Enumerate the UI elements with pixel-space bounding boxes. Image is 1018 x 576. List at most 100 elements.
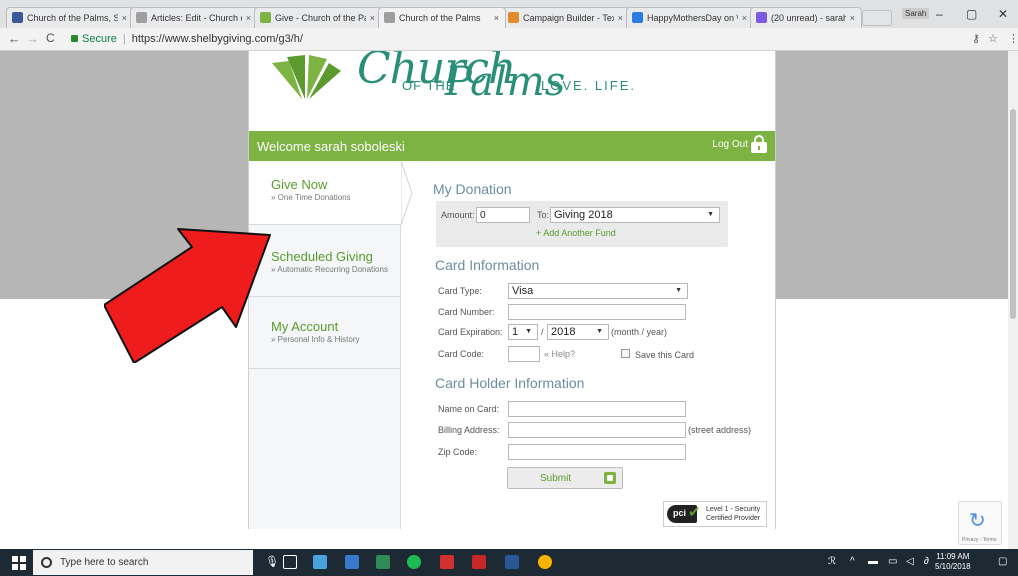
bookmark-star-icon[interactable]: ☆ bbox=[988, 32, 998, 45]
save-card-label: Save this Card bbox=[635, 350, 695, 360]
browser-tab-7[interactable]: (20 unread) - sarahsob × bbox=[750, 7, 862, 28]
recaptcha-footer[interactable]: Privacy - Terms bbox=[962, 537, 996, 543]
close-tab-icon[interactable]: × bbox=[850, 13, 855, 23]
back-arrow-icon[interactable]: ← bbox=[8, 31, 21, 46]
minimize-icon[interactable]: – bbox=[936, 7, 943, 21]
exp-slash: / bbox=[541, 327, 544, 337]
card-expiration-label: Card Expiration: bbox=[438, 327, 503, 337]
page-scrollbar[interactable] bbox=[1008, 51, 1018, 549]
log-out-label: Log Out bbox=[712, 138, 748, 150]
palm-leaf-logo-icon bbox=[272, 55, 341, 99]
card-code-help-link[interactable]: « Help? bbox=[544, 349, 575, 359]
fund-select[interactable]: Giving 2018 ▼ bbox=[550, 207, 720, 223]
browser-tab-1[interactable]: Church of the Palms, Sa × bbox=[6, 7, 134, 28]
card-number-label: Card Number: bbox=[438, 307, 495, 317]
file-explorer-icon[interactable] bbox=[313, 555, 327, 569]
submit-label: Submit bbox=[540, 473, 572, 484]
key-icon[interactable]: ⚷ bbox=[972, 32, 980, 45]
card-number-input[interactable] bbox=[508, 304, 686, 320]
go-arrow-icon bbox=[604, 472, 616, 484]
battery-icon[interactable]: ▬ bbox=[868, 556, 878, 567]
exp-hint: (month / year) bbox=[611, 327, 668, 337]
card-type-select[interactable]: Visa ▼ bbox=[508, 283, 688, 299]
windows-taskbar: Type here to search 🎙 ℛ ^ ▬ ▭ ◁ ∂ 11:09 … bbox=[0, 549, 1018, 576]
secure-lock-icon bbox=[71, 34, 78, 42]
close-tab-icon[interactable]: × bbox=[742, 13, 747, 23]
word-icon[interactable] bbox=[505, 555, 519, 569]
exp-year-select[interactable]: 2018 ▼ bbox=[547, 324, 609, 340]
forward-arrow-icon[interactable]: → bbox=[26, 31, 39, 46]
browser-tab-3[interactable]: Give - Church of the Pa × bbox=[254, 7, 382, 28]
pci-badge: pci ✔ Level 1 - Security Certified Provi… bbox=[663, 501, 767, 527]
save-card-checkbox[interactable] bbox=[621, 349, 630, 358]
chevron-down-icon: ▼ bbox=[707, 211, 714, 218]
new-tab-button[interactable] bbox=[862, 10, 892, 26]
zip-code-input[interactable] bbox=[508, 444, 686, 460]
volume-icon[interactable]: ◁ bbox=[906, 556, 914, 567]
clock-time: 11:09 AM bbox=[936, 552, 970, 561]
outlook-icon[interactable] bbox=[345, 555, 359, 569]
leaf-favicon-icon bbox=[260, 12, 271, 23]
name-on-card-label: Name on Card: bbox=[438, 404, 500, 414]
fund-box: Amount: $ 0 To: Giving 2018 ▼ + Add Anot… bbox=[436, 201, 728, 247]
close-tab-icon[interactable]: × bbox=[122, 13, 127, 23]
browser-tab-4-active[interactable]: Church of the Palms × bbox=[378, 7, 506, 28]
reload-icon[interactable]: C bbox=[46, 31, 55, 45]
close-tab-icon[interactable]: × bbox=[618, 13, 623, 23]
acrobat-icon[interactable] bbox=[472, 555, 486, 569]
people-icon[interactable]: ℛ bbox=[828, 556, 836, 567]
chevron-up-icon[interactable]: ^ bbox=[850, 556, 855, 567]
red-app-icon[interactable] bbox=[440, 555, 454, 569]
sidebar-item-subtitle: » One Time Donations bbox=[271, 193, 351, 202]
close-window-icon[interactable]: ✕ bbox=[998, 7, 1008, 21]
log-out-button[interactable]: Log Out bbox=[712, 135, 767, 153]
card-holder-heading: Card Holder Information bbox=[435, 375, 585, 391]
chrome-icon[interactable] bbox=[538, 555, 552, 569]
add-another-fund-link[interactable]: + Add Another Fund bbox=[536, 228, 616, 238]
microphone-icon[interactable]: 🎙 bbox=[265, 555, 279, 568]
billing-address-input[interactable] bbox=[508, 422, 686, 438]
browser-tab-5[interactable]: Campaign Builder - Tex × bbox=[502, 7, 630, 28]
address-bar[interactable]: Secure | https://www.shelbygiving.com/g3… bbox=[71, 30, 951, 48]
notifications-icon[interactable]: ▢ bbox=[998, 556, 1007, 567]
sidebar-item-subtitle: » Personal Info & History bbox=[271, 335, 360, 344]
spotify-icon[interactable] bbox=[407, 555, 421, 569]
submit-button[interactable]: Submit bbox=[507, 467, 623, 489]
scrollbar-thumb[interactable] bbox=[1010, 109, 1016, 319]
windows-start-icon[interactable] bbox=[12, 556, 26, 570]
profile-chip[interactable]: Sarah bbox=[902, 8, 930, 19]
close-tab-icon[interactable]: × bbox=[494, 13, 499, 23]
url-text[interactable]: https://www.shelbygiving.com/g3/h/ bbox=[132, 33, 303, 45]
red-arrow-annotation-icon bbox=[104, 228, 271, 363]
maximize-icon[interactable]: ▢ bbox=[966, 7, 977, 21]
browser-menu-icon[interactable]: ⋮ bbox=[1008, 32, 1018, 45]
chevron-down-icon: ▼ bbox=[525, 328, 532, 335]
taskbar-search-box[interactable]: Type here to search bbox=[33, 550, 253, 575]
exp-month-select[interactable]: 1 ▼ bbox=[508, 324, 538, 340]
exp-year-value: 2018 bbox=[551, 326, 576, 338]
browser-tab-6[interactable]: HappyMothersDay on \ × bbox=[626, 7, 754, 28]
sidebar-item-give-now[interactable]: Give Now » One Time Donations bbox=[249, 161, 413, 225]
close-tab-icon[interactable]: × bbox=[370, 13, 375, 23]
browser-tab-2[interactable]: Articles: Edit - Church o × bbox=[130, 7, 258, 28]
sidebar-item-title: My Account bbox=[271, 319, 339, 334]
billing-address-label: Billing Address: bbox=[438, 425, 500, 435]
task-view-icon[interactable] bbox=[283, 555, 297, 569]
amount-input[interactable]: 0 bbox=[476, 207, 530, 223]
excel-icon[interactable] bbox=[376, 555, 390, 569]
taskbar-clock[interactable]: 11:09 AM 5/10/2018 bbox=[935, 552, 971, 572]
tab-title: Church of the Palms, Sa bbox=[27, 13, 118, 23]
name-on-card-input[interactable] bbox=[508, 401, 686, 417]
checkmark-icon: ✔ bbox=[688, 504, 701, 521]
welcome-message: Welcome sarah soboleski bbox=[257, 139, 405, 154]
browser-toolbar: ← → C Secure | https://www.shelbygiving.… bbox=[0, 28, 1018, 51]
church-header: Church OF THE Palms LOVE. LIFE. bbox=[249, 51, 775, 131]
network-icon[interactable]: ▭ bbox=[888, 556, 897, 567]
ink-icon[interactable]: ∂ bbox=[924, 556, 929, 567]
recaptcha-icon: ↻ bbox=[969, 510, 986, 532]
recaptcha-badge[interactable]: ↻ Privacy - Terms bbox=[958, 501, 1002, 545]
card-code-input[interactable] bbox=[508, 346, 540, 362]
close-tab-icon[interactable]: × bbox=[246, 13, 251, 23]
search-placeholder: Type here to search bbox=[60, 557, 149, 568]
active-pointer-icon bbox=[401, 161, 413, 225]
